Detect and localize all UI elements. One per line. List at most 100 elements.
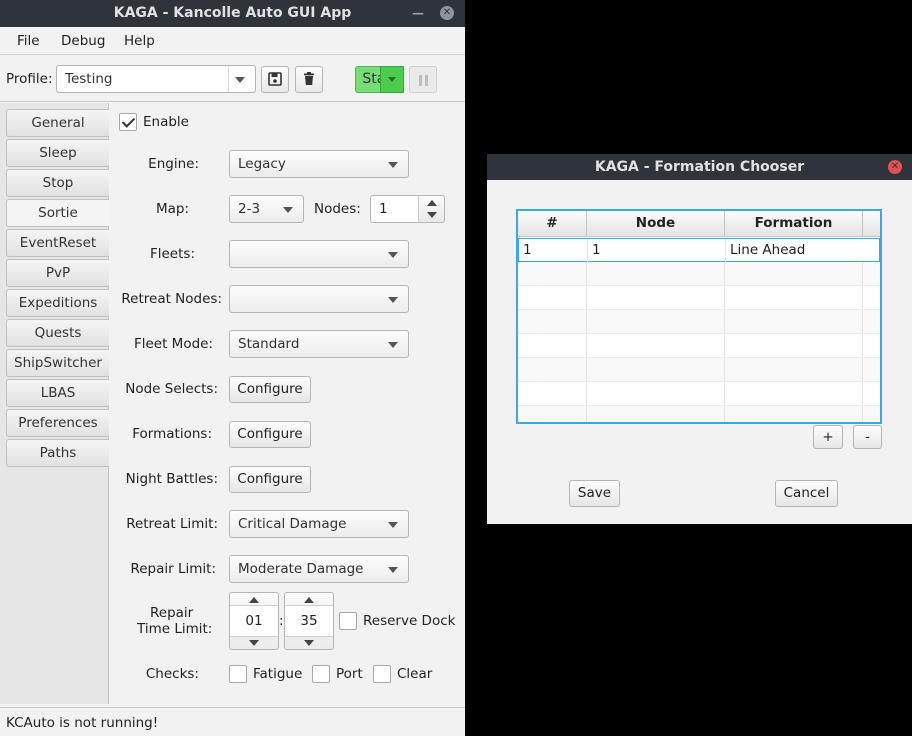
enable-checkbox[interactable]	[119, 113, 137, 131]
column-header-node[interactable]: Node	[587, 211, 725, 237]
tab-expeditions[interactable]: Expeditions	[6, 289, 109, 317]
retreat-limit-value: Critical Damage	[238, 516, 347, 532]
add-row-button[interactable]: +	[813, 425, 843, 449]
sidebar: General Sleep Stop Sortie EventReset PvP…	[0, 103, 109, 704]
arrow-down-icon[interactable]	[427, 212, 437, 218]
fleet-mode-select[interactable]: Standard	[229, 330, 409, 358]
tab-eventreset[interactable]: EventReset	[6, 229, 109, 257]
tab-preferences[interactable]: Preferences	[6, 409, 109, 437]
map-value: 2-3	[238, 201, 261, 217]
menubar: File Debug Help	[0, 27, 465, 55]
clear-checkbox[interactable]	[373, 665, 391, 683]
arrow-up-icon[interactable]	[249, 597, 259, 603]
fatigue-label: Fatigue	[253, 666, 303, 682]
repair-hours-value[interactable]: 01	[230, 605, 278, 637]
fleets-select[interactable]	[229, 240, 409, 268]
row-number-cell[interactable]: 1	[519, 239, 588, 262]
tab-sleep[interactable]: Sleep	[6, 139, 109, 167]
map-select[interactable]: 2-3	[229, 195, 304, 223]
column-header-number[interactable]: #	[518, 211, 587, 237]
pause-icon	[419, 75, 422, 86]
map-label: Map:	[155, 201, 189, 217]
main-titlebar: KAGA - Kancolle Auto GUI App — ✕	[0, 0, 465, 27]
profile-select[interactable]: Testing	[56, 65, 256, 93]
table-row-empty	[518, 406, 880, 422]
nodes-spinner[interactable]	[418, 195, 445, 223]
row-node-cell[interactable]: 1	[588, 239, 726, 262]
repair-minutes-spinner[interactable]: 35	[284, 592, 334, 650]
fleet-mode-value: Standard	[238, 336, 300, 352]
close-icon[interactable]: ✕	[888, 160, 902, 174]
minimize-icon[interactable]: —	[411, 6, 425, 20]
nodes-label: Nodes:	[314, 201, 361, 217]
repair-minutes-value[interactable]: 35	[285, 605, 333, 637]
formations-configure-button[interactable]: Configure	[229, 421, 311, 448]
checks-label: Checks:	[145, 666, 199, 682]
arrow-up-icon[interactable]	[304, 597, 314, 603]
port-checkbox[interactable]	[312, 665, 330, 683]
status-bar: KCAuto is not running!	[0, 707, 465, 736]
arrow-up-icon[interactable]	[427, 200, 437, 206]
profile-bar: Profile: Testing Start	[0, 56, 465, 102]
dialog-titlebar: KAGA - Formation Chooser ✕	[487, 154, 912, 180]
pause-button[interactable]	[409, 66, 437, 93]
table-row-empty	[518, 262, 880, 286]
delete-profile-button[interactable]	[295, 66, 323, 93]
remove-row-button[interactable]: -	[853, 425, 882, 449]
repair-hours-spinner[interactable]: 01	[229, 592, 279, 650]
tab-quests[interactable]: Quests	[6, 319, 109, 347]
fatigue-checkbox[interactable]	[229, 665, 247, 683]
chevron-down-icon	[235, 77, 245, 83]
night-battles-configure-button[interactable]: Configure	[229, 466, 311, 493]
table-row[interactable]: 1 1 Line Ahead	[518, 238, 880, 262]
save-profile-button[interactable]	[261, 66, 289, 93]
tab-shipswitcher[interactable]: ShipSwitcher	[6, 349, 109, 377]
tab-general[interactable]: General	[6, 109, 109, 137]
tab-stop[interactable]: Stop	[6, 169, 109, 197]
formation-table[interactable]: # Node Formation 1 1 Line Ahead	[516, 209, 882, 424]
time-separator: :	[279, 613, 284, 629]
arrow-down-icon[interactable]	[249, 640, 259, 646]
cancel-button[interactable]: Cancel	[775, 480, 838, 507]
menu-file[interactable]: File	[17, 33, 40, 49]
night-battles-label: Night Battles:	[125, 471, 218, 487]
reserve-dock-checkbox[interactable]	[339, 612, 357, 630]
table-row-empty	[518, 286, 880, 310]
menu-debug[interactable]: Debug	[61, 33, 105, 49]
table-row-empty	[518, 334, 880, 358]
port-label: Port	[336, 666, 363, 682]
arrow-down-icon[interactable]	[304, 640, 314, 646]
clear-label: Clear	[397, 666, 433, 682]
chevron-down-icon	[388, 252, 398, 258]
reserve-dock-label: Reserve Dock	[363, 613, 456, 629]
tab-pvp[interactable]: PvP	[6, 259, 109, 287]
retreat-nodes-select[interactable]	[229, 285, 409, 313]
nodes-input[interactable]: 1	[370, 195, 420, 223]
menu-help[interactable]: Help	[124, 33, 155, 49]
start-dropdown-button[interactable]	[380, 66, 404, 93]
retreat-limit-select[interactable]: Critical Damage	[229, 510, 409, 538]
node-selects-configure-button[interactable]: Configure	[229, 376, 311, 403]
trash-icon	[304, 72, 314, 85]
nodes-value: 1	[379, 201, 388, 217]
chevron-down-icon	[283, 207, 293, 213]
tab-paths[interactable]: Paths	[6, 439, 109, 467]
repair-limit-select[interactable]: Moderate Damage	[229, 555, 409, 583]
engine-select[interactable]: Legacy	[229, 150, 409, 178]
save-icon	[268, 72, 282, 86]
retreat-nodes-label: Retreat Nodes:	[121, 291, 222, 307]
table-header: # Node Formation	[518, 211, 880, 237]
column-header-formation[interactable]: Formation	[725, 211, 863, 237]
tab-lbas[interactable]: LBAS	[6, 379, 109, 407]
repair-time-label-line2: Time Limit:	[137, 621, 213, 637]
table-row-empty	[518, 310, 880, 334]
close-icon[interactable]: ✕	[440, 6, 454, 20]
formations-label: Formations:	[132, 426, 212, 442]
profile-label: Profile:	[6, 71, 53, 87]
engine-value: Legacy	[238, 156, 286, 172]
chevron-down-icon	[388, 162, 398, 168]
tab-sortie[interactable]: Sortie	[6, 199, 109, 227]
save-button[interactable]: Save	[569, 480, 620, 507]
row-formation-cell[interactable]: Line Ahead	[726, 239, 880, 262]
fleets-label: Fleets:	[149, 246, 195, 262]
